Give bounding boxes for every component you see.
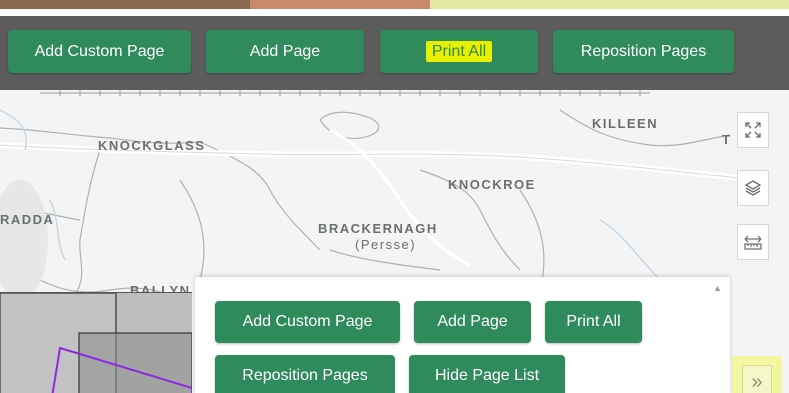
hill-shade [0,180,48,300]
place-label-persse: (Persse) [355,237,417,252]
panel-reposition-pages-button[interactable]: Reposition Pages [215,355,395,393]
print-all-label: Print All [425,41,493,62]
fullscreen-icon [745,122,761,138]
place-label-brackernagh: BRACKERNAGH [318,221,438,236]
chevron-double-right-icon: » [751,370,763,393]
panel-add-page-button[interactable]: Add Page [414,301,531,343]
map-view[interactable]: KILLEEN KNOCKGLASS KNOCKROE RADDA BRACKE… [0,90,789,393]
panel-print-all-button[interactable]: Print All [545,301,642,343]
panel-hide-page-list-button[interactable]: Hide Page List [409,355,565,393]
top-accent-strip [0,0,789,16]
place-label-t: T [722,132,732,147]
reposition-pages-button[interactable]: Reposition Pages [553,30,734,73]
page-toolbar: Add Custom Page Add Page Print All Repos… [0,16,789,90]
expand-panel-button[interactable]: » [742,365,772,393]
place-label-knockroe: KNOCKROE [448,177,536,192]
add-page-button[interactable]: Add Page [206,30,364,73]
add-custom-page-button[interactable]: Add Custom Page [8,30,191,73]
accent-stripe-orange [250,0,430,9]
ruler-ticks [40,90,650,96]
fullscreen-button[interactable] [737,112,769,148]
scroll-up-arrow-icon[interactable]: ▲ [713,283,722,293]
page-frames [0,292,193,393]
place-label-radda: RADDA [0,212,55,227]
accent-stripe-brown [0,0,250,9]
layers-icon [744,180,762,196]
place-label-knockglass: KNOCKGLASS [98,138,206,153]
page-overlay-area [0,292,193,393]
place-label-killeen: KILLEEN [592,116,659,131]
page-list-panel: Add Custom Page Add Page Print All Repos… [195,277,730,393]
panel-add-custom-page-button[interactable]: Add Custom Page [215,301,400,343]
expand-panel-highlight: » [732,356,782,393]
print-all-button[interactable]: Print All [380,30,538,73]
accent-stripe-yellow [430,0,789,9]
measure-button[interactable] [737,224,769,260]
layers-button[interactable] [737,170,769,206]
page-frame-2 [78,332,193,393]
measure-icon [744,235,762,250]
streams [0,109,661,281]
